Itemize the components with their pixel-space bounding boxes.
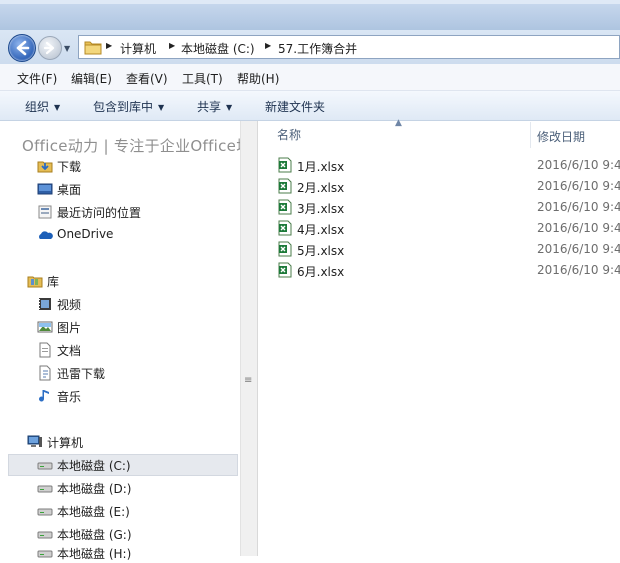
organize-label: 组织 bbox=[25, 100, 50, 114]
file-date: 2016/6/10 9:46 bbox=[537, 158, 620, 172]
thunder-download-icon bbox=[39, 365, 51, 381]
column-header-name[interactable]: 名称 bbox=[277, 126, 301, 143]
nav-item-label: 最近访问的位置 bbox=[57, 206, 142, 220]
file-row[interactable]: 2月.xlsx 2016/6/10 9:46 bbox=[272, 176, 620, 197]
recent-places-icon bbox=[38, 205, 52, 219]
nav-item-label: 库 bbox=[47, 275, 60, 289]
nav-item-label: 音乐 bbox=[57, 390, 82, 404]
file-row[interactable]: 1月.xlsx 2016/6/10 9:46 bbox=[272, 155, 620, 176]
nav-item-label: 下载 bbox=[57, 160, 82, 174]
hard-drive-icon bbox=[37, 485, 53, 493]
pane-splitter[interactable] bbox=[240, 121, 258, 556]
nav-item-label: 本地磁盘 (H:) bbox=[57, 547, 132, 561]
nav-item-label: 视频 bbox=[57, 298, 82, 312]
breadcrumb-drive-c[interactable]: 本地磁盘 (C:) bbox=[181, 40, 255, 57]
hard-drive-icon bbox=[37, 550, 53, 558]
column-divider[interactable] bbox=[530, 122, 531, 148]
libraries-folder-icon bbox=[27, 276, 43, 288]
forward-button[interactable] bbox=[38, 36, 62, 60]
file-date: 2016/6/10 9:46 bbox=[537, 221, 620, 235]
menu-edit[interactable]: 编辑(E) bbox=[71, 70, 112, 87]
nav-item-label: 图片 bbox=[57, 321, 82, 335]
splitter-grip-icon[interactable]: ≡ bbox=[244, 375, 252, 386]
file-name: 3月.xlsx bbox=[297, 202, 345, 216]
menu-view[interactable]: 查看(V) bbox=[126, 70, 168, 87]
nav-item-label: 计算机 bbox=[47, 436, 84, 450]
excel-file-icon bbox=[278, 241, 292, 257]
back-arrow-icon bbox=[16, 40, 30, 56]
watermark-text: Office动力 | 专注于企业Office培训 bbox=[22, 137, 267, 155]
command-bar: 组织 ▼ 包含到库中 ▼ 共享 ▼ 新建文件夹 bbox=[0, 91, 620, 121]
hard-drive-icon bbox=[37, 462, 53, 470]
folder-icon bbox=[84, 41, 102, 55]
breadcrumb-computer[interactable]: 计算机 bbox=[120, 40, 156, 57]
nav-item-label: 本地磁盘 (D:) bbox=[57, 482, 132, 496]
address-bar[interactable]: ▶ 计算机 ▶ 本地磁盘 (C:) ▶ 57.工作簿合并 bbox=[78, 35, 620, 59]
breadcrumb-separator-icon[interactable]: ▶ bbox=[106, 41, 112, 50]
hard-drive-icon bbox=[37, 531, 53, 539]
menu-file[interactable]: 文件(F) bbox=[17, 70, 57, 87]
new-folder-button[interactable]: 新建文件夹 bbox=[265, 98, 325, 115]
breadcrumb-separator-icon[interactable]: ▶ bbox=[265, 41, 271, 50]
file-row[interactable]: 4月.xlsx 2016/6/10 9:46 bbox=[272, 218, 620, 239]
menu-tools[interactable]: 工具(T) bbox=[182, 70, 223, 87]
pictures-library-icon bbox=[37, 321, 53, 333]
file-name: 5月.xlsx bbox=[297, 244, 345, 258]
window-title-bar[interactable] bbox=[0, 0, 620, 31]
file-date: 2016/6/10 9:46 bbox=[537, 200, 620, 214]
include-in-library-button[interactable]: 包含到库中 ▼ bbox=[93, 98, 164, 115]
nav-item-label: 本地磁盘 (E:) bbox=[57, 505, 130, 519]
onedrive-cloud-icon bbox=[39, 231, 53, 239]
nav-item-label: 迅雷下载 bbox=[57, 367, 106, 381]
nav-item-label: 本地磁盘 (G:) bbox=[57, 528, 132, 542]
documents-library-icon bbox=[39, 342, 51, 358]
file-name: 4月.xlsx bbox=[297, 223, 345, 237]
file-row[interactable]: 5月.xlsx 2016/6/10 9:46 bbox=[272, 239, 620, 260]
nav-item-label: 本地磁盘 (C:) bbox=[57, 459, 131, 473]
excel-file-icon bbox=[278, 178, 292, 194]
file-name: 6月.xlsx bbox=[297, 265, 345, 279]
sort-ascending-icon: ▲ bbox=[395, 118, 402, 128]
chevron-down-icon: ▼ bbox=[158, 103, 165, 112]
forward-arrow-icon bbox=[43, 41, 55, 55]
column-header-date-modified[interactable]: 修改日期 bbox=[537, 128, 585, 145]
excel-file-icon bbox=[278, 157, 292, 173]
breadcrumb-separator-icon[interactable]: ▶ bbox=[169, 41, 175, 50]
file-name: 1月.xlsx bbox=[297, 160, 345, 174]
computer-icon bbox=[27, 435, 42, 447]
file-date: 2016/6/10 9:46 bbox=[537, 242, 620, 256]
nav-item-label: 文档 bbox=[57, 344, 82, 358]
organize-button[interactable]: 组织 ▼ bbox=[25, 98, 60, 115]
hard-drive-icon bbox=[37, 508, 53, 516]
excel-file-icon bbox=[278, 199, 292, 215]
download-folder-icon bbox=[37, 161, 53, 173]
nav-item-label: 桌面 bbox=[57, 183, 82, 197]
window-top-edge bbox=[0, 0, 620, 4]
share-label: 共享 bbox=[197, 100, 222, 114]
excel-file-icon bbox=[278, 262, 292, 278]
include-in-library-label: 包含到库中 bbox=[93, 100, 154, 114]
menu-bar: 文件(F) 编辑(E) 查看(V) 工具(T) 帮助(H) bbox=[0, 64, 620, 91]
file-row[interactable]: 6月.xlsx 2016/6/10 9:46 bbox=[272, 260, 620, 281]
file-row[interactable]: 3月.xlsx 2016/6/10 9:46 bbox=[272, 197, 620, 218]
chevron-down-icon: ▼ bbox=[226, 103, 233, 112]
share-button[interactable]: 共享 ▼ bbox=[197, 98, 232, 115]
breadcrumb-current-folder[interactable]: 57.工作簿合并 bbox=[278, 40, 357, 57]
recent-pages-dropdown-icon[interactable]: ▼ bbox=[64, 44, 72, 53]
chevron-down-icon: ▼ bbox=[54, 103, 61, 112]
desktop-icon bbox=[37, 183, 53, 195]
nav-item-label: OneDrive bbox=[57, 227, 114, 241]
file-name: 2月.xlsx bbox=[297, 181, 345, 195]
file-date: 2016/6/10 9:46 bbox=[537, 263, 620, 277]
file-date: 2016/6/10 9:46 bbox=[537, 179, 620, 193]
menu-help[interactable]: 帮助(H) bbox=[237, 70, 279, 87]
excel-file-icon bbox=[278, 220, 292, 236]
music-library-icon bbox=[39, 390, 49, 402]
video-library-icon bbox=[39, 298, 51, 310]
back-button[interactable] bbox=[8, 34, 36, 62]
